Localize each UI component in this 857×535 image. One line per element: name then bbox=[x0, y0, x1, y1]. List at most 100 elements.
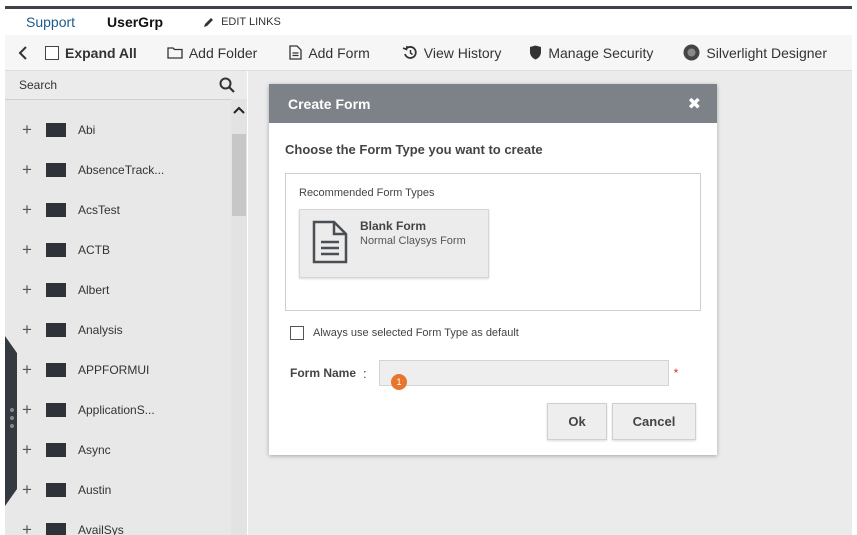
default-type-checkbox[interactable] bbox=[290, 326, 304, 340]
silverlight-icon bbox=[683, 44, 700, 61]
form-name-row: Form Name : * bbox=[290, 360, 678, 386]
tree-item[interactable]: + Albert bbox=[5, 270, 231, 310]
expand-plus-icon[interactable]: + bbox=[20, 160, 34, 180]
expand-plus-icon[interactable]: + bbox=[20, 400, 34, 420]
required-marker: * bbox=[673, 366, 679, 380]
sidebar-search[interactable]: Search bbox=[5, 71, 247, 100]
folder-icon bbox=[46, 523, 66, 535]
folder-icon bbox=[46, 443, 66, 457]
tree-item-label: APPFORMUI bbox=[78, 363, 150, 377]
tree-item-label: AcsTest bbox=[78, 203, 121, 217]
folder-icon bbox=[46, 283, 66, 297]
expand-all-button[interactable]: Expand All bbox=[45, 35, 137, 70]
shield-icon bbox=[530, 45, 542, 60]
sidebar: Search + Abi + AbsenceTrack... + AcsTest + A… bbox=[5, 71, 247, 535]
folder-icon bbox=[46, 363, 66, 377]
default-type-option[interactable]: Always use selected Form Type as default bbox=[290, 326, 519, 340]
folder-icon bbox=[46, 323, 66, 337]
silverlight-designer-button[interactable]: Silverlight Designer bbox=[683, 35, 827, 70]
search-label: Search bbox=[19, 78, 58, 92]
add-form-label: Add Form bbox=[308, 44, 370, 61]
tree-item[interactable]: + ApplicationS... bbox=[5, 390, 231, 430]
toolbar: Expand All Add Folder Add Form View Hist… bbox=[5, 35, 852, 71]
dialog-title: Create Form bbox=[288, 95, 371, 112]
form-types-panel: Recommended Form Types Blank Form Normal… bbox=[285, 173, 701, 311]
view-history-label: View History bbox=[423, 44, 502, 61]
tree-item-label: Austin bbox=[78, 483, 112, 497]
ok-button[interactable]: Ok bbox=[547, 403, 607, 440]
expand-all-label: Expand All bbox=[65, 44, 137, 61]
folder-icon bbox=[46, 163, 66, 177]
cancel-button[interactable]: Cancel bbox=[612, 403, 696, 440]
folder-outline-icon bbox=[167, 47, 183, 59]
expand-all-checkbox[interactable] bbox=[45, 45, 59, 60]
tree-item[interactable]: + Async bbox=[5, 430, 231, 470]
form-name-input[interactable] bbox=[378, 360, 669, 386]
edit-links-button[interactable]: EDIT LINKS bbox=[203, 16, 281, 28]
add-form-button[interactable]: Add Form bbox=[289, 35, 370, 70]
folder-icon bbox=[46, 203, 66, 217]
add-folder-label: Add Folder bbox=[188, 44, 258, 61]
default-type-label: Always use selected Form Type as default bbox=[313, 327, 519, 339]
tree-item[interactable]: + AbsenceTrack... bbox=[5, 150, 231, 190]
tab-support[interactable]: Support bbox=[26, 14, 75, 30]
tree-item[interactable]: + AcsTest bbox=[5, 190, 231, 230]
history-icon bbox=[402, 45, 417, 59]
back-button[interactable] bbox=[15, 35, 31, 70]
tree-item[interactable]: + AvailSys bbox=[5, 510, 231, 535]
folder-icon bbox=[46, 483, 66, 497]
tree-item-label: ACTB bbox=[78, 243, 111, 257]
panel-resize-handle[interactable] bbox=[5, 336, 17, 506]
tree-item-label: Async bbox=[78, 443, 111, 457]
manage-security-button[interactable]: Manage Security bbox=[529, 35, 653, 70]
tree-item[interactable]: + Analysis bbox=[5, 310, 231, 350]
blank-form-option[interactable]: Blank Form Normal Claysys Form bbox=[299, 209, 489, 278]
recommended-heading: Recommended Form Types bbox=[299, 187, 435, 199]
tab-usergrp[interactable]: UserGrp bbox=[107, 14, 163, 30]
pencil-icon bbox=[204, 18, 214, 27]
grip-dots-icon bbox=[10, 408, 14, 428]
folder-icon bbox=[46, 123, 66, 137]
close-icon[interactable]: ✖ bbox=[688, 94, 701, 114]
tree-item-label: Albert bbox=[78, 283, 110, 297]
tree-item[interactable]: + Austin bbox=[5, 470, 231, 510]
tree-item-label: ApplicationS... bbox=[78, 403, 155, 417]
dialog-header: Create Form ✖ bbox=[269, 84, 717, 123]
folder-icon bbox=[46, 403, 66, 417]
folder-icon bbox=[46, 243, 66, 257]
expand-plus-icon[interactable]: + bbox=[20, 360, 34, 380]
edit-links-label: EDIT LINKS bbox=[221, 16, 281, 28]
expand-plus-icon[interactable]: + bbox=[20, 280, 34, 300]
expand-plus-icon[interactable]: + bbox=[20, 240, 34, 260]
tree-item[interactable]: + Abi bbox=[5, 110, 231, 150]
tree-item-label: AbsenceTrack... bbox=[78, 163, 165, 177]
scrollbar-thumb[interactable] bbox=[232, 134, 246, 216]
form-type-description: Normal Claysys Form bbox=[360, 235, 466, 247]
view-history-button[interactable]: View History bbox=[402, 35, 502, 70]
tree-item[interactable]: + ACTB bbox=[5, 230, 231, 270]
form-type-name: Blank Form bbox=[360, 219, 427, 233]
form-name-colon: : bbox=[363, 365, 367, 381]
expand-plus-icon[interactable]: + bbox=[20, 480, 34, 500]
document-icon bbox=[289, 45, 302, 60]
expand-plus-icon[interactable]: + bbox=[20, 320, 34, 340]
top-bar: Support UserGrp EDIT LINKS bbox=[5, 6, 852, 35]
add-folder-button[interactable]: Add Folder bbox=[167, 35, 257, 70]
dialog-prompt: Choose the Form Type you want to create bbox=[285, 142, 543, 157]
search-icon[interactable] bbox=[219, 77, 235, 93]
tree-item-label: Analysis bbox=[78, 323, 123, 337]
expand-plus-icon[interactable]: + bbox=[20, 440, 34, 460]
expand-plus-icon[interactable]: + bbox=[20, 520, 34, 535]
expand-plus-icon[interactable]: + bbox=[20, 120, 34, 140]
form-name-label: Form Name bbox=[290, 366, 357, 380]
tree-item-label: Abi bbox=[78, 123, 96, 137]
expand-plus-icon[interactable]: + bbox=[20, 200, 34, 220]
tree-item[interactable]: + APPFORMUI bbox=[5, 350, 231, 390]
create-form-dialog: Create Form ✖ Choose the Form Type you w… bbox=[269, 84, 717, 455]
sidebar-scrollbar[interactable] bbox=[231, 99, 247, 535]
scroll-up-chevron-icon[interactable] bbox=[233, 105, 245, 115]
folder-tree: + Abi + AbsenceTrack... + AcsTest + ACTB + Al… bbox=[5, 110, 231, 535]
tree-item-label: AvailSys bbox=[78, 523, 124, 535]
manage-security-label: Manage Security bbox=[548, 44, 654, 61]
silverlight-designer-label: Silverlight Designer bbox=[706, 44, 827, 61]
